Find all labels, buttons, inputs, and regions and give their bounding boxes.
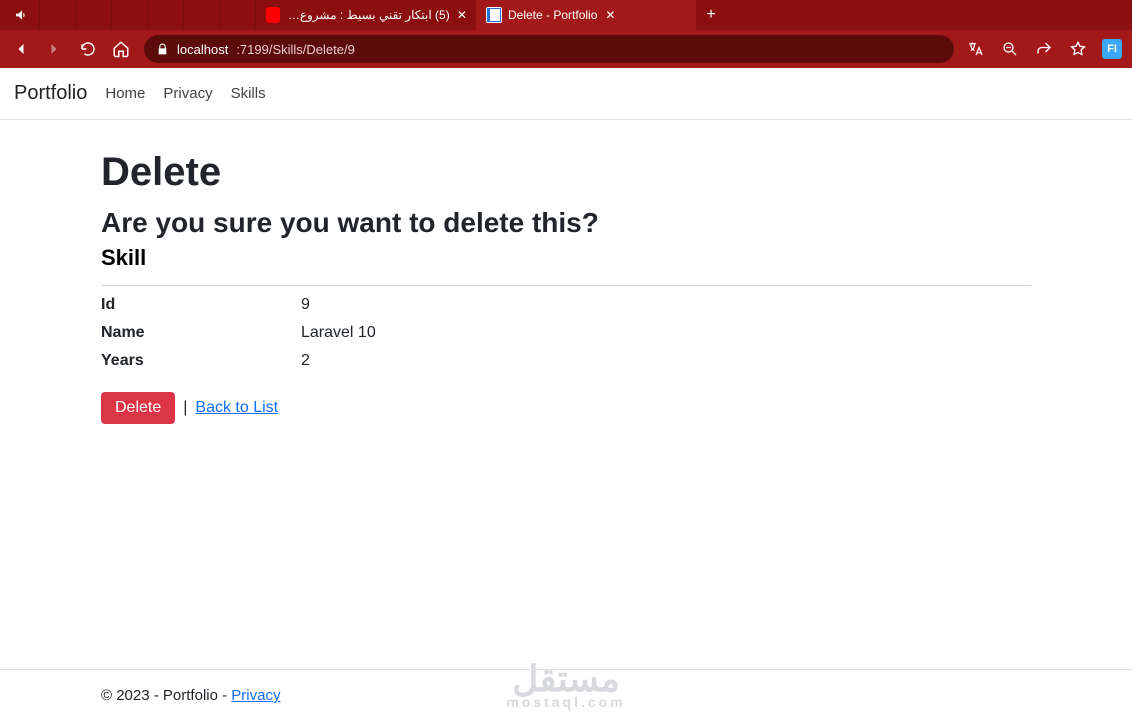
brand[interactable]: Portfolio: [14, 82, 87, 105]
translate-icon[interactable]: [966, 39, 986, 59]
zoom-out-icon[interactable]: [1000, 39, 1020, 59]
delete-button[interactable]: Delete: [101, 392, 175, 424]
nav-home[interactable]: Home: [105, 85, 145, 102]
tab-label: Delete - Portfolio: [508, 8, 597, 22]
separator: |: [183, 399, 187, 417]
form-actions: Delete | Back to List: [101, 392, 1031, 424]
url-host: localhost: [177, 42, 228, 57]
extension-badge[interactable]: FI: [1102, 39, 1122, 59]
document-icon: [486, 7, 502, 23]
field-years-label: Years: [101, 352, 301, 370]
toolbar-right: FI: [966, 39, 1122, 59]
url-path: :7199/Skills/Delete/9: [236, 42, 355, 57]
close-icon[interactable]: ✕: [603, 8, 617, 22]
footer-text: © 2023 - Portfolio -: [101, 687, 231, 704]
share-icon[interactable]: [1034, 39, 1054, 59]
tab-favicon-3[interactable]: [112, 0, 148, 30]
footer-privacy-link[interactable]: Privacy: [231, 687, 280, 704]
field-name-value: Laravel 10: [301, 324, 1031, 342]
field-name-label: Name: [101, 324, 301, 342]
tab-arabic[interactable]: (5) ابتكار تقني بسيط : مشروع لإضاف ✕: [256, 0, 476, 30]
site-footer: © 2023 - Portfolio - Privacy: [0, 669, 1132, 721]
field-years-value: 2: [301, 352, 1031, 370]
entity-name: Skill: [101, 245, 1031, 271]
home-button[interactable]: [111, 38, 133, 60]
tab-favicon-4[interactable]: [148, 0, 184, 30]
tab-favicon-5[interactable]: [184, 0, 220, 30]
forward-button[interactable]: [44, 38, 66, 60]
confirm-text: Are you sure you want to delete this?: [101, 207, 1031, 239]
nav-skills[interactable]: Skills: [231, 85, 266, 102]
address-bar: localhost :7199/Skills/Delete/9 FI: [0, 30, 1132, 68]
youtube-icon: [266, 7, 280, 23]
audio-icon[interactable]: [4, 0, 40, 30]
lock-icon: [156, 43, 169, 56]
browser-chrome: (5) ابتكار تقني بسيط : مشروع لإضاف ✕ Del…: [0, 0, 1132, 68]
detail-list: Id 9 Name Laravel 10 Years 2: [101, 296, 1031, 370]
nav-privacy[interactable]: Privacy: [163, 85, 212, 102]
tab-active[interactable]: Delete - Portfolio ✕: [476, 0, 696, 30]
tab-favicon-6[interactable]: [220, 0, 256, 30]
close-icon[interactable]: ✕: [456, 8, 468, 22]
tab-favicon-1[interactable]: [40, 0, 76, 30]
tab-label: (5) ابتكار تقني بسيط : مشروع لإضاف: [286, 8, 450, 22]
divider: [101, 285, 1031, 286]
back-to-list-link[interactable]: Back to List: [195, 399, 278, 417]
url-input[interactable]: localhost :7199/Skills/Delete/9: [144, 35, 954, 63]
field-id-label: Id: [101, 296, 301, 314]
tab-strip: (5) ابتكار تقني بسيط : مشروع لإضاف ✕ Del…: [0, 0, 1132, 30]
star-icon[interactable]: [1068, 39, 1088, 59]
back-button[interactable]: [10, 38, 32, 60]
main-container: Delete Are you sure you want to delete t…: [101, 120, 1031, 424]
field-id-value: 9: [301, 296, 1031, 314]
site-navbar: Portfolio Home Privacy Skills: [0, 68, 1132, 120]
new-tab-button[interactable]: +: [696, 6, 726, 24]
tab-favicon-2[interactable]: [76, 0, 112, 30]
page-title: Delete: [101, 150, 1031, 195]
reload-button[interactable]: [77, 38, 99, 60]
